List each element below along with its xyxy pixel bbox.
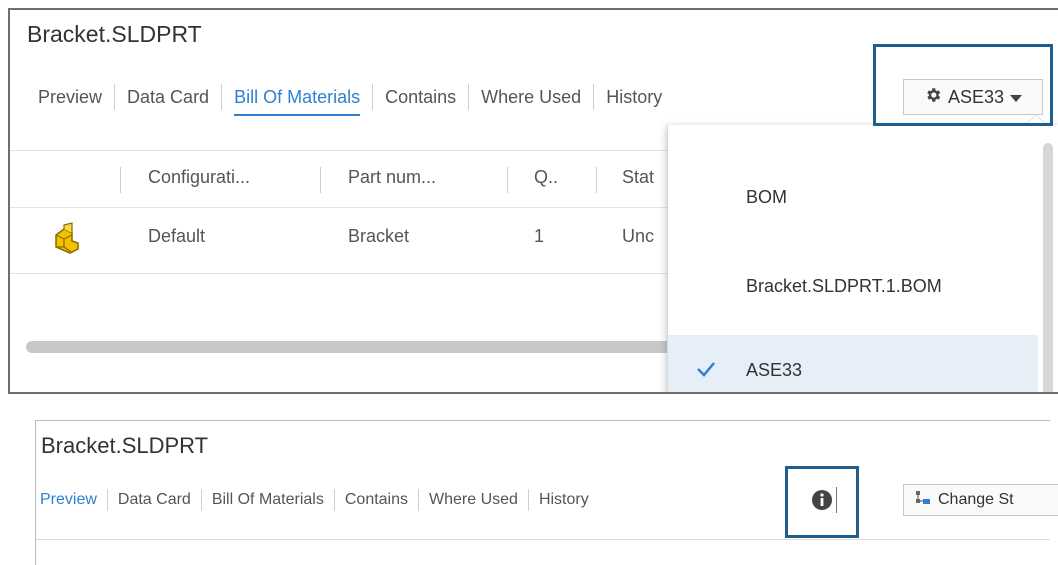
column-separator — [120, 167, 121, 193]
tab-preview[interactable]: Preview — [38, 87, 102, 108]
file-title: Bracket.SLDPRT — [27, 21, 202, 47]
tab-separator — [527, 489, 529, 511]
dropdown-option-ase33[interactable]: ASE33 — [668, 335, 1038, 392]
bom-table-header: Configurati... Part num... Q.. Stat — [10, 150, 670, 208]
tab-bar: Preview Data Card Bill Of Materials Cont… — [40, 489, 589, 511]
tab-bill-of-materials[interactable]: Bill Of Materials — [212, 491, 324, 509]
dropdown-option-bracket-bom[interactable]: Bracket.SLDPRT.1.BOM — [668, 270, 1038, 302]
tab-history[interactable]: History — [606, 87, 662, 108]
tab-where-used[interactable]: Where Used — [429, 491, 518, 509]
tab-separator — [333, 489, 335, 511]
file-title: Bracket.SLDPRT — [41, 433, 209, 458]
highlight-box — [785, 466, 859, 538]
horizontal-scrollbar[interactable] — [26, 341, 676, 353]
column-header-configuration[interactable]: Configurati... — [148, 167, 250, 188]
tab-separator — [200, 489, 202, 511]
cell-part-number: Bracket — [348, 226, 410, 246]
tab-separator — [468, 84, 470, 110]
highlight-box — [873, 44, 1053, 126]
tab-separator — [114, 84, 116, 110]
toolbar-divider — [836, 487, 837, 513]
column-header-part-number[interactable]: Part num... — [348, 167, 436, 188]
tab-separator — [372, 84, 374, 110]
column-header-quantity[interactable]: Q.. — [534, 167, 558, 188]
preview-panel: Bracket.SLDPRT Preview Data Card Bill Of… — [35, 420, 1050, 565]
tab-preview[interactable]: Preview — [40, 491, 97, 509]
dropdown-option-bom[interactable]: BOM — [668, 181, 1038, 213]
column-separator — [320, 167, 321, 193]
tab-where-used[interactable]: Where Used — [481, 87, 581, 108]
tab-data-card[interactable]: Data Card — [118, 491, 191, 509]
content-divider — [36, 539, 1050, 540]
part-icon — [50, 221, 84, 260]
cell-quantity: 1 — [534, 226, 545, 246]
cell-configuration: Default — [148, 226, 206, 246]
tab-contains[interactable]: Contains — [345, 491, 408, 509]
table-row[interactable]: Default Bracket 1 Unc — [10, 207, 670, 274]
change-state-icon — [914, 489, 932, 512]
tab-data-card[interactable]: Data Card — [127, 87, 209, 108]
tab-separator — [418, 489, 420, 511]
tab-separator — [221, 84, 223, 110]
change-state-label: Change St — [938, 491, 1014, 508]
dropdown-scrollbar[interactable] — [1043, 143, 1053, 392]
tab-separator — [106, 489, 108, 511]
column-header-status[interactable]: Stat — [622, 167, 654, 188]
column-separator — [507, 167, 508, 193]
column-separator — [596, 167, 597, 193]
tab-bar: Preview Data Card Bill Of Materials Cont… — [38, 84, 662, 116]
tab-contains[interactable]: Contains — [385, 87, 456, 108]
change-state-button[interactable]: Change St — [903, 484, 1058, 516]
tab-separator — [593, 84, 595, 110]
dropdown-option-label: ASE33 — [746, 360, 803, 380]
tab-bill-of-materials[interactable]: Bill Of Materials — [234, 87, 361, 116]
checkmark-icon — [696, 335, 716, 392]
configuration-dropdown-menu: BOM Bracket.SLDPRT.1.BOM ASE33 — [667, 115, 1058, 392]
cell-status: Unc — [622, 226, 655, 246]
tab-history[interactable]: History — [539, 491, 589, 509]
